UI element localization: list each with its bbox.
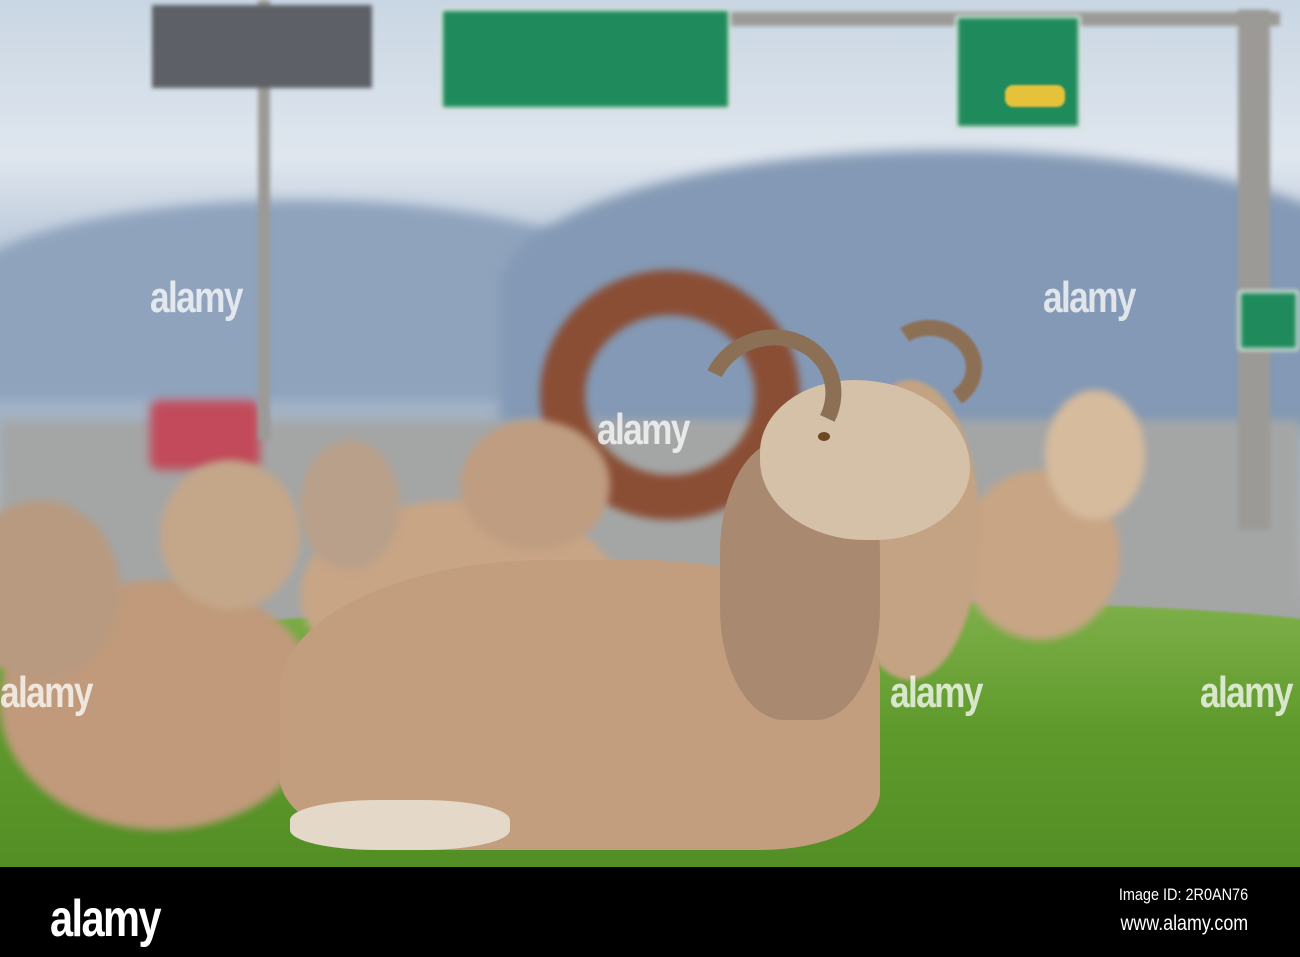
sheep-head [300,440,400,570]
alamy-logo: alamy [50,890,162,948]
highway-sign [955,15,1081,129]
photo-bighorn-sheep-on-grass: alamy alamy alamy alamy alamy alamy [0,0,1300,867]
image-id: Image ID: 2R0AN76 [1118,885,1248,904]
gantry-pole [1238,10,1270,530]
highway-sign [1238,290,1299,351]
highway-sign [440,8,731,110]
red-car [150,400,260,470]
sheep-head [460,420,610,550]
footer-bar: alamy Image ID: 2R0AN76 www.alamy.com [0,867,1300,957]
sheep-head [160,460,300,610]
watermark: alamy [890,668,983,717]
watermark: alamy [150,273,243,322]
watermark: alamy [0,668,93,717]
site-url: www.alamy.com [1120,912,1248,935]
watermark: alamy [597,405,690,454]
watermark: alamy [1200,668,1293,717]
sheep-leg [290,800,510,850]
road-sign [152,5,372,88]
exit-tab [1005,85,1065,107]
watermark: alamy [1043,273,1136,322]
sheep-head [1045,390,1145,520]
